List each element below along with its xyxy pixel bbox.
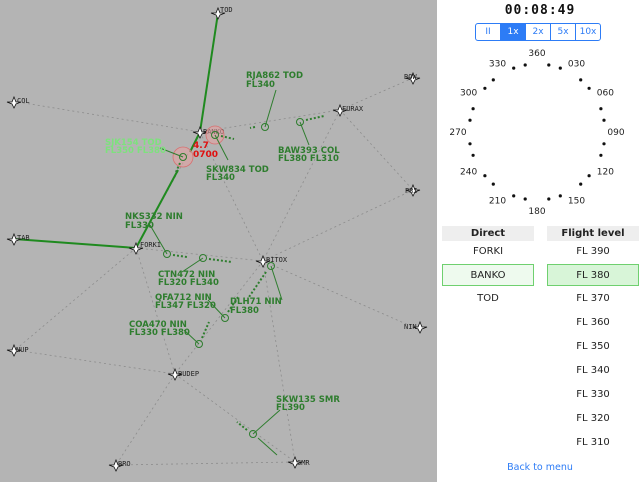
heading-label-150[interactable]: 150 bbox=[568, 196, 585, 206]
fix-label-furax: FURAX bbox=[342, 105, 364, 113]
heading-dial-dots bbox=[468, 63, 606, 201]
heading-label-330[interactable]: 330 bbox=[489, 60, 506, 70]
fl-option-390[interactable]: FL 390 bbox=[547, 241, 639, 263]
heading-label-120[interactable]: 120 bbox=[597, 168, 614, 178]
heading-dot[interactable] bbox=[587, 86, 591, 90]
fix-label-nup: NUP bbox=[16, 346, 29, 354]
heading-dial-labels: 360 030 060 090 120 150 180 210 240 270 300 330 bbox=[449, 49, 624, 217]
fl-option-310[interactable]: FL 310 bbox=[547, 432, 639, 454]
heading-label-240[interactable]: 240 bbox=[460, 168, 477, 178]
heading-label-060[interactable]: 060 bbox=[597, 89, 614, 99]
heading-dial[interactable]: 360 030 060 090 120 150 180 210 240 270 300 330 bbox=[437, 44, 643, 220]
fix-label-tod: TOD bbox=[220, 6, 233, 14]
speed-5x-button[interactable]: 5x bbox=[550, 23, 576, 41]
tag-coa470-line2: FL330 FL380 bbox=[129, 328, 190, 338]
heading-dot[interactable] bbox=[491, 78, 495, 82]
fix-labels: TOD BOW COL FURAX BANKO PRI TAB FORKI BI… bbox=[16, 6, 418, 468]
heading-dot[interactable] bbox=[602, 142, 606, 146]
direct-option-tod[interactable]: TOD bbox=[442, 288, 534, 310]
control-panel: 00:08:49 II 1x 2x 5x 10x 360 030 060 090 120… bbox=[437, 0, 643, 482]
direct-option-banko[interactable]: BANKO bbox=[442, 264, 534, 286]
heading-dot[interactable] bbox=[558, 194, 562, 198]
heading-dot[interactable] bbox=[579, 182, 583, 186]
tag-ctn472-line2: FL320 FL340 bbox=[158, 278, 219, 288]
fix-label-bow: BOW bbox=[404, 73, 417, 81]
tag-skw135-line2: FL390 bbox=[276, 403, 305, 413]
conflict-time: 0700 bbox=[193, 150, 218, 160]
heading-dot[interactable] bbox=[471, 107, 475, 111]
fix-label-nin: NIN bbox=[404, 323, 417, 331]
fix-label-tab: TAB bbox=[17, 234, 30, 242]
flight-level-header: Flight level bbox=[547, 226, 639, 241]
aircraft-rja862[interactable] bbox=[249, 89, 277, 131]
tag-sjk-line2: FL350 FL380 bbox=[105, 146, 166, 156]
fix-label-budep: BUDEP bbox=[178, 370, 199, 378]
heading-label-300[interactable]: 300 bbox=[460, 89, 477, 99]
fl-option-370[interactable]: FL 370 bbox=[547, 288, 639, 310]
tag-qfa712-line2: FL347 FL320 bbox=[155, 301, 216, 311]
heading-dot[interactable] bbox=[523, 63, 527, 67]
fl-option-360[interactable]: FL 360 bbox=[547, 312, 639, 334]
radar-display[interactable]: TOD BOW COL FURAX BANKO PRI TAB FORKI BI… bbox=[0, 0, 437, 482]
tag-nks332-line2: FL330 bbox=[125, 221, 154, 231]
heading-dot[interactable] bbox=[599, 107, 603, 111]
fix-label-smr: SMR bbox=[297, 459, 310, 467]
speed-10x-button[interactable]: 10x bbox=[575, 23, 601, 41]
active-route bbox=[13, 12, 219, 249]
speed-2x-button[interactable]: 2x bbox=[525, 23, 551, 41]
aircraft-skw135[interactable] bbox=[236, 409, 281, 456]
heading-dot[interactable] bbox=[512, 66, 516, 70]
heading-dot[interactable] bbox=[512, 194, 516, 198]
heading-dot[interactable] bbox=[471, 153, 475, 157]
radar-map[interactable]: TOD BOW COL FURAX BANKO PRI TAB FORKI BI… bbox=[0, 0, 437, 482]
fl-option-380[interactable]: FL 380 bbox=[547, 264, 639, 286]
fl-option-330[interactable]: FL 330 bbox=[547, 384, 639, 406]
aircraft-dlh71[interactable] bbox=[248, 262, 283, 301]
fix-label-bro: BRO bbox=[118, 460, 131, 468]
heading-label-030[interactable]: 030 bbox=[568, 60, 585, 70]
heading-dot[interactable] bbox=[547, 63, 551, 67]
heading-dot[interactable] bbox=[523, 197, 527, 201]
direct-option-forki[interactable]: FORKI bbox=[442, 241, 534, 263]
heading-dot[interactable] bbox=[468, 142, 472, 146]
heading-label-090[interactable]: 090 bbox=[607, 128, 624, 138]
heading-label-360[interactable]: 360 bbox=[528, 49, 545, 59]
heading-dot[interactable] bbox=[579, 78, 583, 82]
tag-baw393-line2: FL380 FL310 bbox=[278, 154, 339, 164]
tag-dlh71-line2: FL380 bbox=[230, 306, 259, 316]
tag-skw834-line2: FL340 bbox=[206, 173, 235, 183]
heading-label-270[interactable]: 270 bbox=[449, 128, 466, 138]
fix-label-pri: PRI bbox=[405, 187, 418, 195]
fix-label-forki: FORKI bbox=[140, 241, 161, 249]
tag-rja862-line2: FL340 bbox=[246, 80, 275, 90]
fix-label-col: COL bbox=[17, 97, 30, 105]
fl-option-350[interactable]: FL 350 bbox=[547, 336, 639, 358]
aircraft-baw393[interactable] bbox=[296, 115, 325, 146]
heading-label-180[interactable]: 180 bbox=[528, 207, 545, 217]
heading-dot[interactable] bbox=[602, 118, 606, 122]
heading-dot[interactable] bbox=[491, 182, 495, 186]
speed-selector[interactable]: II 1x 2x 5x 10x bbox=[475, 23, 601, 41]
fixes bbox=[6, 6, 428, 472]
back-to-menu-link[interactable]: Back to menu bbox=[437, 462, 643, 473]
fl-option-320[interactable]: FL 320 bbox=[547, 408, 639, 430]
heading-dot[interactable] bbox=[547, 197, 551, 201]
fl-option-340[interactable]: FL 340 bbox=[547, 360, 639, 382]
heading-label-210[interactable]: 210 bbox=[489, 196, 506, 206]
heading-dot[interactable] bbox=[587, 174, 591, 178]
direct-header: Direct bbox=[442, 226, 534, 241]
speed-pause-button[interactable]: II bbox=[475, 23, 501, 41]
speed-1x-button[interactable]: 1x bbox=[500, 23, 526, 41]
heading-dot[interactable] bbox=[468, 118, 472, 122]
airway-network bbox=[14, 12, 414, 466]
heading-dot[interactable] bbox=[599, 153, 603, 157]
heading-dot[interactable] bbox=[558, 66, 562, 70]
heading-dot[interactable] bbox=[483, 174, 487, 178]
heading-dot[interactable] bbox=[483, 86, 487, 90]
sim-clock: 00:08:49 bbox=[504, 3, 576, 18]
